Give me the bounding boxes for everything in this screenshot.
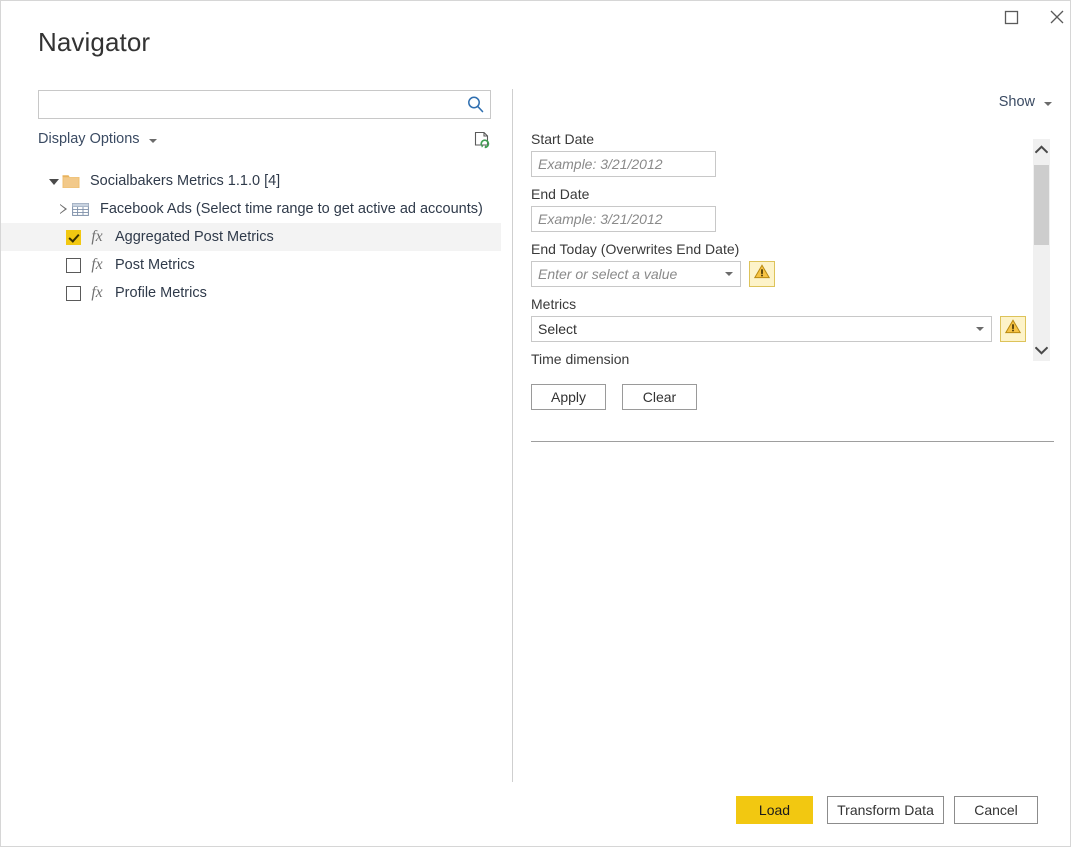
metrics-value: Select [538, 321, 577, 337]
load-button[interactable]: Load [736, 796, 813, 824]
show-label: Show [998, 94, 1035, 110]
clear-button[interactable]: Clear [622, 384, 697, 410]
maximize-button[interactable] [989, 1, 1034, 33]
search-icon[interactable] [460, 95, 490, 114]
chevron-down-icon [1044, 101, 1052, 106]
scrollbar-down-button[interactable] [1033, 342, 1050, 359]
show-dropdown[interactable]: Show [999, 94, 1052, 110]
end-today-warning-button[interactable] [749, 261, 775, 287]
scrollbar-up-button[interactable] [1033, 141, 1050, 158]
metrics-warning-button[interactable] [1000, 316, 1026, 342]
tree-item-socialbakers-metrics[interactable]: Socialbakers Metrics 1.1.0 [4] [1, 167, 501, 195]
tree-item-checkbox[interactable] [66, 257, 81, 273]
warning-triangle-icon [753, 264, 771, 284]
close-button[interactable] [1034, 1, 1070, 33]
tree-item-label: Profile Metrics [115, 285, 207, 301]
end-date-input[interactable] [531, 206, 716, 232]
tree-item-post-metrics[interactable]: fx Post Metrics [1, 251, 501, 279]
refresh-page-icon[interactable] [472, 130, 492, 150]
form-scrollbar[interactable] [1033, 139, 1050, 361]
transform-data-button[interactable]: Transform Data [827, 796, 944, 824]
page-title: Navigator [38, 27, 151, 57]
title-bar: Navigator [1, 1, 1070, 83]
cancel-button[interactable]: Cancel [954, 796, 1038, 824]
function-icon: fx [91, 256, 103, 274]
time-dimension-label: Time dimension [531, 351, 630, 367]
search-box[interactable] [38, 90, 491, 119]
chevron-down-icon[interactable] [969, 327, 991, 331]
pane-divider [512, 89, 513, 782]
display-options-label: Display Options [38, 131, 140, 147]
navigator-tree: Socialbakers Metrics 1.1.0 [4] Facebook … [1, 167, 501, 307]
apply-button[interactable]: Apply [531, 384, 606, 410]
search-input[interactable] [39, 91, 460, 118]
tree-item-profile-metrics[interactable]: fx Profile Metrics [1, 279, 501, 307]
end-today-value: Enter or select a value [538, 266, 678, 282]
folder-icon [62, 174, 80, 189]
chevron-down-icon [1034, 342, 1049, 360]
navigator-dialog: Navigator Display Options Socialbakers M… [0, 0, 1071, 847]
scrollbar-thumb[interactable] [1034, 165, 1049, 245]
tree-item-facebook-ads[interactable]: Facebook Ads (Select time range to get a… [1, 195, 501, 223]
tree-item-aggregated-post-metrics[interactable]: fx Aggregated Post Metrics [1, 223, 501, 251]
close-icon [1049, 9, 1065, 25]
start-date-label: Start Date [531, 131, 595, 147]
warning-triangle-icon [1004, 319, 1022, 339]
maximize-icon [1004, 10, 1019, 25]
function-icon: fx [91, 284, 103, 302]
chevron-down-icon [148, 138, 157, 143]
tree-item-label: Aggregated Post Metrics [115, 229, 274, 245]
start-date-input[interactable] [531, 151, 716, 177]
tree-item-checkbox[interactable] [66, 285, 81, 301]
form-button-row: Apply Clear [531, 384, 1031, 410]
function-icon: fx [91, 228, 103, 246]
twisty-expanded-icon[interactable] [46, 173, 62, 189]
dialog-footer: Load Transform Data Cancel [1, 780, 1070, 846]
metrics-combobox[interactable]: Select [531, 316, 992, 342]
table-icon [72, 202, 89, 217]
tree-item-label: Post Metrics [115, 257, 195, 273]
end-date-label: End Date [531, 186, 590, 202]
metrics-label: Metrics [531, 296, 577, 312]
form-separator [531, 441, 1054, 442]
tree-item-label: Facebook Ads (Select time range to get a… [100, 201, 483, 217]
tree-item-checkbox[interactable] [66, 229, 81, 245]
chevron-down-icon[interactable] [718, 272, 740, 276]
parameters-form: Start Date End Date End Today (Overwrite… [531, 131, 1031, 410]
end-today-label: End Today (Overwrites End Date) [531, 241, 740, 257]
end-today-combobox[interactable]: Enter or select a value [531, 261, 741, 287]
chevron-up-icon [1034, 141, 1049, 159]
tree-item-label: Socialbakers Metrics 1.1.0 [4] [90, 173, 281, 189]
display-options-dropdown[interactable]: Display Options [38, 131, 157, 147]
twisty-collapsed-icon[interactable] [56, 201, 72, 217]
